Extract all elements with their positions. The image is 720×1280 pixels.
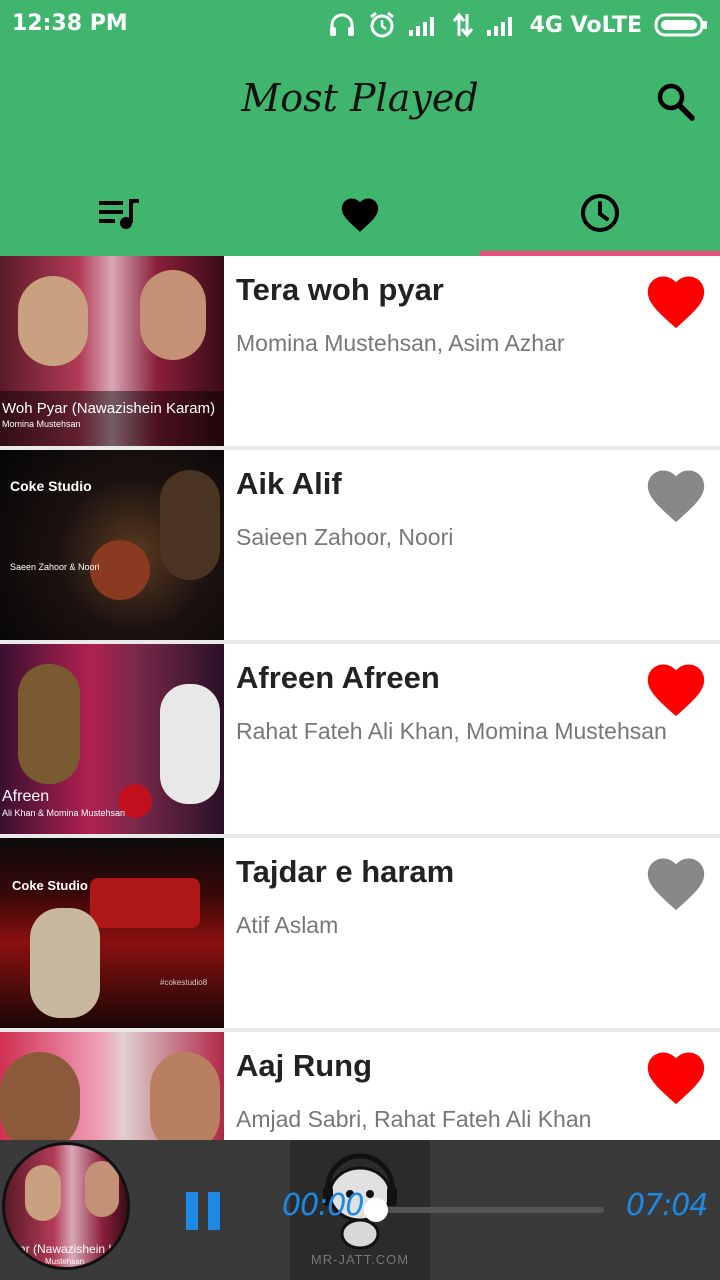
song-title: Tera woh pyar <box>236 272 444 307</box>
signal-icon <box>486 17 512 36</box>
status-time: 12:38 PM <box>12 11 128 36</box>
mini-player: yar (Nawazishein Kar Mustehsan MR-JATT.C… <box>0 1140 720 1280</box>
song-row-afreen-afreen[interactable]: Afreen Ali Khan & Momina Mustehsan Afree… <box>0 644 720 834</box>
clock-icon <box>581 194 619 232</box>
status-bar: 12:38 PM 4G VoLTE <box>0 0 720 50</box>
song-title: Aaj Rung <box>236 1048 373 1083</box>
favorite-button[interactable] <box>642 1044 710 1106</box>
playlist-icon <box>99 199 139 229</box>
song-artist: Saieen Zahoor, Noori <box>236 524 454 550</box>
heart-icon <box>647 858 705 911</box>
artwork-subcaption: Mustehsan <box>45 1257 85 1266</box>
status-icons: 4G VoLTE <box>328 8 708 42</box>
song-artist: Rahat Fateh Ali Khan, Momina Mustehsan <box>236 718 667 744</box>
thumbnail-caption: Coke Studio <box>10 478 92 494</box>
song-thumbnail: Coke Studio Saeen Zahoor & Noori <box>0 450 224 640</box>
duration-time: 07:04 <box>626 1188 708 1223</box>
artwork-caption: yar (Nawazishein Kar <box>13 1242 128 1256</box>
battery-icon <box>654 13 707 37</box>
heart-icon <box>647 276 705 329</box>
tab-favorites[interactable] <box>240 170 480 256</box>
song-title: Tajdar e haram <box>236 854 455 889</box>
thumbnail-subcaption: Ali Khan & Momina Mustehsan <box>2 808 126 818</box>
favorite-button[interactable] <box>642 268 710 330</box>
song-list: Woh Pyar (Nawazishein Karam) Momina Must… <box>0 256 720 1140</box>
app-bar: Most Played <box>0 50 720 256</box>
heart-icon <box>647 470 705 523</box>
song-row-aik-alif[interactable]: Coke Studio Saeen Zahoor & Noori Aik Ali… <box>0 450 720 640</box>
thumbnail-caption: Coke Studio <box>12 878 88 893</box>
song-row-tera-woh-pyar[interactable]: Woh Pyar (Nawazishein Karam) Momina Must… <box>0 256 720 446</box>
thumbnail-subcaption: Momina Mustehsan <box>2 419 81 429</box>
song-row-aaj-rung[interactable]: Aaj Rung Amjad Sabri, Rahat Fateh Ali Kh… <box>0 1032 720 1140</box>
data-arrows-icon <box>452 12 473 38</box>
tab-recent[interactable] <box>480 170 720 256</box>
pause-button[interactable] <box>186 1192 220 1230</box>
now-playing-artwork[interactable]: yar (Nawazishein Kar Mustehsan <box>2 1142 130 1270</box>
page-title: Most Played <box>241 76 479 120</box>
seek-thumb[interactable] <box>364 1198 388 1222</box>
heart-icon <box>647 664 705 717</box>
song-thumbnail: Coke Studio #cokestudio8 <box>0 838 224 1028</box>
seek-bar[interactable] <box>364 1207 604 1213</box>
song-thumbnail: Afreen Ali Khan & Momina Mustehsan <box>0 644 224 834</box>
song-row-tajdar-e-haram[interactable]: Coke Studio #cokestudio8 Tajdar e haram … <box>0 838 720 1028</box>
song-thumbnail <box>0 1032 224 1140</box>
pause-icon <box>186 1192 198 1230</box>
song-artist: Amjad Sabri, Rahat Fateh Ali Khan <box>236 1106 592 1132</box>
search-icon <box>657 83 695 121</box>
elapsed-time: 00:00 <box>282 1188 364 1223</box>
alarm-icon <box>369 11 394 38</box>
signal-icon <box>408 17 434 36</box>
thumbnail-caption: Afreen <box>2 788 50 805</box>
headphones-icon <box>329 13 354 36</box>
favorite-button[interactable] <box>642 656 710 718</box>
song-artist: Momina Mustehsan, Asim Azhar <box>236 330 565 356</box>
network-type: 4G VoLTE <box>529 12 642 38</box>
song-title: Afreen Afreen <box>236 660 440 695</box>
heart-icon <box>647 1052 705 1105</box>
watermark-text: MR-JATT.COM <box>310 1252 410 1267</box>
song-title: Aik Alif <box>236 466 342 501</box>
song-thumbnail: Woh Pyar (Nawazishein Karam) Momina Must… <box>0 256 224 446</box>
heart-icon <box>341 198 379 232</box>
thumbnail-subcaption: #cokestudio8 <box>160 978 208 987</box>
thumbnail-subcaption: Saeen Zahoor & Noori <box>10 562 100 572</box>
tab-bar <box>0 170 720 256</box>
thumbnail-caption: Woh Pyar (Nawazishein Karam) <box>2 400 216 417</box>
favorite-button[interactable] <box>642 462 710 524</box>
search-button[interactable] <box>654 80 698 124</box>
favorite-button[interactable] <box>642 850 710 912</box>
tab-playlist[interactable] <box>0 170 240 256</box>
song-artist: Atif Aslam <box>236 912 339 938</box>
